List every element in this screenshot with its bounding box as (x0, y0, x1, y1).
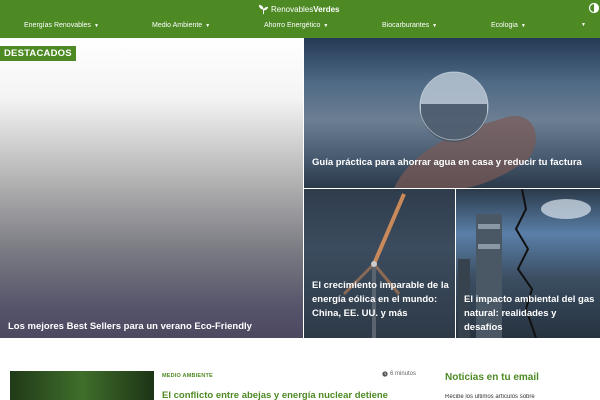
menu-item-medio-ambiente[interactable]: Medio Ambiente ▼ (152, 22, 210, 29)
newsletter-title: Noticias en tu email (445, 372, 539, 383)
menu-label: Ecologia (491, 22, 518, 29)
brand-name-part1: Renovables (271, 4, 314, 14)
chevron-down-icon: ▼ (205, 22, 211, 29)
post-thumbnail[interactable] (10, 371, 154, 400)
top-navigation-bar: Renovables Verdes Energías Renovables ▼ Me… (0, 0, 600, 38)
menu-label: Medio Ambiente (152, 22, 203, 29)
post-category[interactable]: MEDIO AMBIENTE (162, 373, 213, 379)
post-title[interactable]: El conflicto entre abejas y energía nucl… (162, 390, 432, 400)
leaves-logo-icon (258, 4, 269, 14)
featured-badge: DESTACADOS (0, 46, 76, 61)
menu-label: Energías Renovables (24, 22, 91, 29)
menu-item-ecologia[interactable]: Ecologia ▼ (491, 22, 526, 29)
chevron-down-icon: ▼ (323, 22, 329, 29)
menu-item-ahorro-energetico[interactable]: Ahorro Energético ▼ (264, 22, 328, 29)
main-menu: Energías Renovables ▼ Medio Ambiente ▼ Aho… (0, 18, 600, 36)
theme-toggle-icon[interactable] (588, 2, 600, 14)
featured-card-wind-energy[interactable]: El crecimiento imparable de la energía e… (304, 189, 455, 338)
site-logo[interactable]: Renovables Verdes (258, 3, 340, 15)
chevron-down-icon: ▼ (581, 22, 586, 28)
newsletter-description: Recibe los últimos artículos sobre (445, 394, 535, 400)
read-time-label: 6 minutos (390, 371, 417, 377)
card-title[interactable]: El crecimiento imparable de la energía e… (312, 279, 452, 321)
clock-icon (382, 371, 388, 377)
card-title[interactable]: Guía práctica para ahorrar agua en casa … (312, 156, 594, 170)
featured-card-natural-gas[interactable]: El impacto ambiental del gas natural: re… (456, 189, 600, 338)
featured-main-article[interactable]: DESTACADOS Los mejores Best Sellers para… (0, 38, 303, 338)
featured-section: DESTACADOS Los mejores Best Sellers para… (0, 38, 600, 338)
chevron-down-icon: ▼ (520, 22, 526, 29)
card-title[interactable]: El impacto ambiental del gas natural: re… (464, 293, 596, 335)
brand-name-part2: Verdes (313, 4, 340, 14)
menu-item-biocarburantes[interactable]: Biocarburantes ▼ (382, 22, 437, 29)
featured-card-water-saving[interactable]: Guía práctica para ahorrar agua en casa … (304, 38, 600, 188)
menu-item-energias-renovables[interactable]: Energías Renovables ▼ (24, 22, 99, 29)
chevron-down-icon: ▼ (432, 22, 438, 29)
menu-label: Biocarburantes (382, 22, 430, 29)
read-time: 6 minutos (382, 371, 416, 377)
featured-main-title[interactable]: Los mejores Best Sellers para un verano … (8, 321, 298, 333)
menu-item-more[interactable]: ▼ (578, 22, 586, 28)
menu-label: Ahorro Energético (264, 22, 321, 29)
chevron-down-icon: ▼ (93, 22, 99, 29)
